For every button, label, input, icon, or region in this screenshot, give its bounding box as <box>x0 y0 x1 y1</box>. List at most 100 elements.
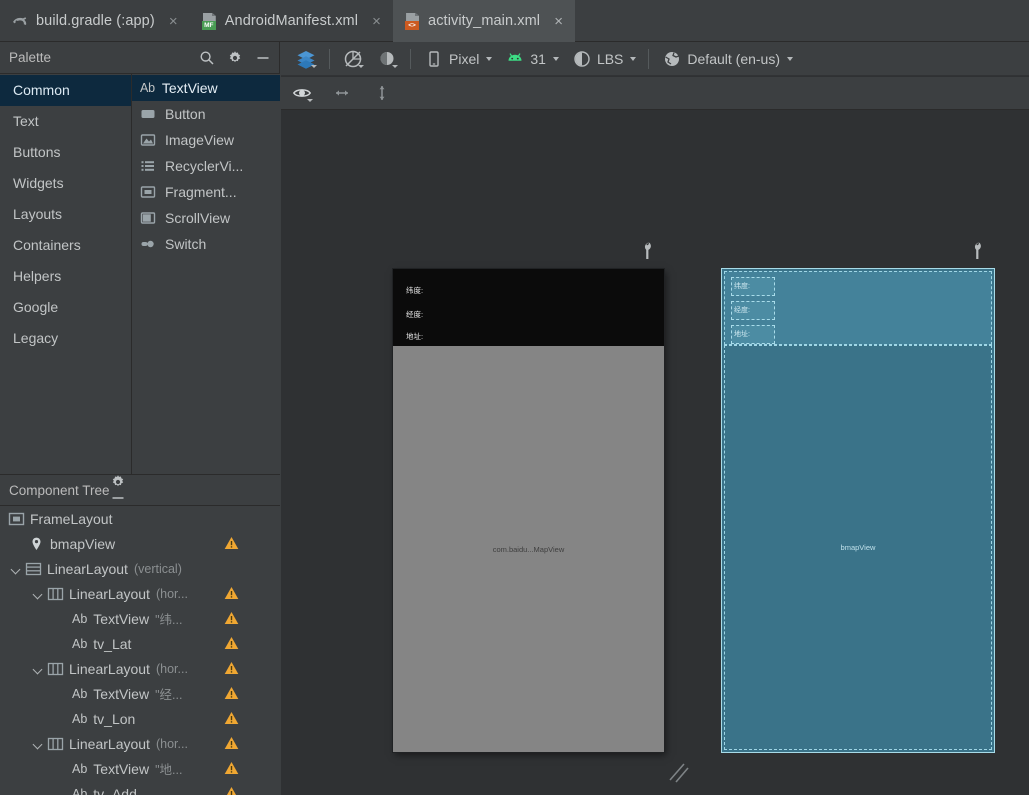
device-mapview-label: com.baidu...MapView <box>492 544 565 554</box>
warning-icon[interactable] <box>224 661 239 675</box>
design-toolbar: Pixel 31 LBS Default (en-us) <box>281 42 1029 76</box>
blueprint-preview-device[interactable]: 纬度: 经度: 地址: bmapView <box>721 268 995 753</box>
image-icon <box>140 132 158 148</box>
palette-category-helpers[interactable]: Helpers <box>0 261 131 292</box>
palette-category-text[interactable]: Text <box>0 106 131 137</box>
blueprint-row-lat[interactable]: 纬度: <box>731 277 775 296</box>
design-preview-settings-icon[interactable] <box>640 242 654 260</box>
tree-node-framelayout[interactable]: FrameLayout <box>0 506 280 531</box>
palette-item-imageview[interactable]: ImageView <box>132 127 280 153</box>
horizontal-arrows-icon[interactable] <box>331 82 353 104</box>
api-label: 31 <box>530 50 546 67</box>
map-marker-icon <box>28 536 45 552</box>
left-tool-panel: Palette Common Text Buttons Widgets Layo… <box>0 42 280 795</box>
ab-icon: Ab <box>72 686 88 701</box>
close-icon[interactable]: × <box>370 14 383 29</box>
tree-node-bmapview[interactable]: bmapView <box>0 531 280 556</box>
rotate-icon <box>342 48 364 70</box>
palette-item-scrollview[interactable]: ScrollView <box>132 205 280 231</box>
linearlayout-vert-icon <box>25 561 42 577</box>
palette-category-legacy[interactable]: Legacy <box>0 323 131 354</box>
palette-category-buttons[interactable]: Buttons <box>0 137 131 168</box>
editor-tab-bar: build.gradle (:app) × MF AndroidManifest… <box>0 0 1029 42</box>
tree-node-sub: (hor... <box>155 736 188 751</box>
warning-icon[interactable] <box>224 786 239 795</box>
palette-item-recyclerview[interactable]: RecyclerVi... <box>132 153 280 179</box>
toolbar-separator <box>648 48 650 69</box>
button-icon <box>140 106 158 122</box>
tree-node-linearlayout-h1[interactable]: LinearLayout (hor... <box>0 581 280 606</box>
design-surface: Pixel 31 LBS Default (en-us) 纬度: 经度: 地址:… <box>281 42 1029 795</box>
blueprint-row-lon[interactable]: 经度: <box>731 301 775 320</box>
palette-category-common[interactable]: Common <box>0 75 131 106</box>
tree-node-label: LinearLayout <box>69 585 150 602</box>
palette-item-textview[interactable]: Ab TextView <box>132 75 280 101</box>
theme-button[interactable] <box>370 46 404 72</box>
warning-icon[interactable] <box>224 711 239 725</box>
tree-node-linearlayout-h2[interactable]: LinearLayout (hor... <box>0 656 280 681</box>
close-icon[interactable]: × <box>552 14 565 29</box>
palette-title: Palette <box>9 50 52 65</box>
palette-item-fragment[interactable]: Fragment... <box>132 179 280 205</box>
tree-node-textview-lat[interactable]: Ab TextView "纬... <box>0 606 280 631</box>
warning-icon[interactable] <box>224 586 239 600</box>
palette-body: Common Text Buttons Widgets Layouts Cont… <box>0 74 280 474</box>
locale-selector[interactable]: Default (en-us) <box>655 46 799 72</box>
close-icon[interactable]: × <box>167 14 180 29</box>
palette-category-layouts[interactable]: Layouts <box>0 199 131 230</box>
warning-icon[interactable] <box>224 736 239 750</box>
orientation-button[interactable] <box>336 46 370 72</box>
tree-node-tv-lat[interactable]: Ab tv_Lat <box>0 631 280 656</box>
eye-icon[interactable] <box>291 82 313 104</box>
warning-icon[interactable] <box>224 686 239 700</box>
device-mapview: com.baidu...MapView <box>393 346 664 752</box>
minimize-icon[interactable] <box>255 50 271 66</box>
warning-icon[interactable] <box>224 536 239 550</box>
chevron-down-icon[interactable] <box>32 737 45 750</box>
resize-handle-icon[interactable] <box>667 759 693 785</box>
tree-node-textview-add[interactable]: Ab TextView "地... <box>0 756 280 781</box>
tree-node-linearlayout-h3[interactable]: LinearLayout (hor... <box>0 731 280 756</box>
warning-icon[interactable] <box>224 611 239 625</box>
tree-node-sub: (hor... <box>155 586 188 601</box>
vertical-arrows-icon[interactable] <box>371 82 393 104</box>
palette-category-google[interactable]: Google <box>0 292 131 323</box>
tab-build-gradle[interactable]: build.gradle (:app) × <box>0 0 190 42</box>
tree-node-linearlayout-vertical[interactable]: LinearLayout (vertical) <box>0 556 280 581</box>
tree-node-tv-lon[interactable]: Ab tv_Lon <box>0 706 280 731</box>
blueprint-row-add[interactable]: 地址: <box>731 325 775 344</box>
design-preview-device[interactable]: 纬度: 经度: 地址: com.baidu...MapView <box>393 269 664 752</box>
locale-label: Default (en-us) <box>687 50 780 67</box>
chevron-down-icon <box>552 56 559 61</box>
chevron-down-icon[interactable] <box>32 587 45 600</box>
minimize-icon[interactable] <box>110 490 126 506</box>
device-selector[interactable]: Pixel <box>417 46 498 72</box>
component-tree-title: Component Tree <box>9 482 110 498</box>
tree-node-tv-add[interactable]: Ab tv_Add <box>0 781 280 795</box>
chevron-down-icon[interactable] <box>10 562 23 575</box>
api-selector[interactable]: 31 <box>498 46 565 72</box>
design-mode-button[interactable] <box>289 46 323 72</box>
warning-icon[interactable] <box>224 761 239 775</box>
component-tree-header: Component Tree <box>0 474 280 506</box>
preview-canvas[interactable]: 纬度: 经度: 地址: com.baidu...MapView 纬度: 经度: … <box>281 111 1029 795</box>
blueprint-preview-settings-icon[interactable] <box>970 242 984 260</box>
device-lon-label: 经度: <box>406 310 424 319</box>
tree-node-textview-lon[interactable]: Ab TextView "经... <box>0 681 280 706</box>
gear-icon[interactable] <box>227 50 243 66</box>
warning-icon[interactable] <box>224 636 239 650</box>
palette-item-button[interactable]: Button <box>132 101 280 127</box>
search-icon[interactable] <box>199 50 215 66</box>
phone-icon <box>423 48 445 70</box>
gear-icon[interactable] <box>110 474 126 490</box>
theme-selector[interactable]: LBS <box>565 46 642 72</box>
blueprint-mapview[interactable]: bmapView <box>724 345 992 750</box>
xml-manifest-icon: MF <box>201 12 218 30</box>
tab-android-manifest[interactable]: MF AndroidManifest.xml × <box>190 0 393 42</box>
palette-category-widgets[interactable]: Widgets <box>0 168 131 199</box>
tab-activity-main[interactable]: <> activity_main.xml × <box>393 0 576 42</box>
tree-node-label: TextView <box>93 610 150 627</box>
chevron-down-icon[interactable] <box>32 662 45 675</box>
palette-item-switch[interactable]: Switch <box>132 231 280 257</box>
palette-category-containers[interactable]: Containers <box>0 230 131 261</box>
